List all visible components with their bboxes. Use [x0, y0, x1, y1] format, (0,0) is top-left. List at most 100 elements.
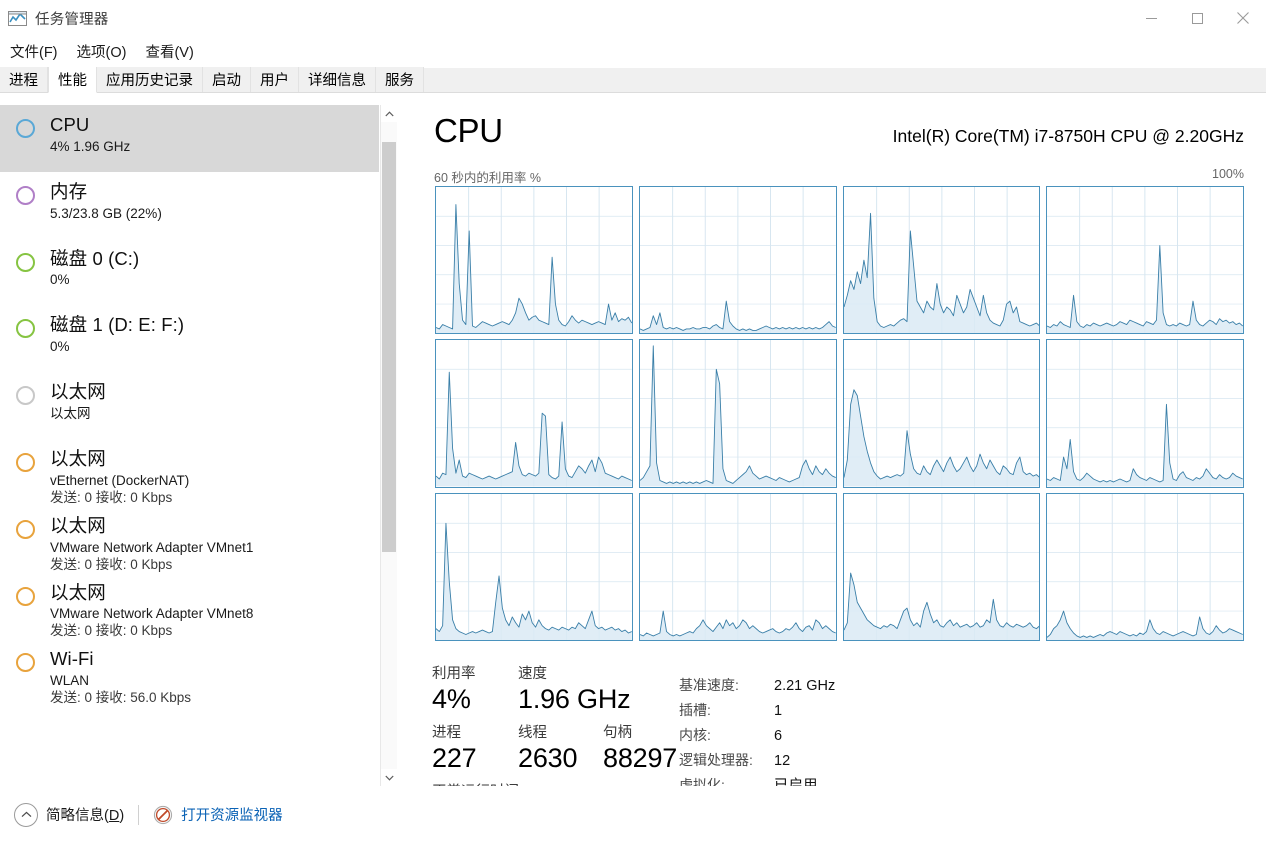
- tab-details[interactable]: 详细信息: [299, 67, 376, 92]
- sidebar-item-body: 磁盘 0 (C:) 0%: [50, 248, 139, 289]
- tab-processes[interactable]: 进程: [0, 67, 48, 92]
- task-manager-window: 任务管理器 文件(F) 选项(O) 查看(V) 进程 性能 应用历史记录 启动 …: [0, 0, 1266, 843]
- speed-label: 速度: [518, 666, 547, 682]
- resource-indicator-icon: [16, 119, 35, 138]
- page-title: CPU: [434, 112, 503, 149]
- sidebar-item-subtitle: vEthernet (DockerNAT): [50, 472, 190, 488]
- menu-options[interactable]: 选项(O): [75, 39, 135, 64]
- sidebar-item-title: 磁盘 1 (D: E: F:): [50, 314, 185, 336]
- sidebar-item-3[interactable]: 磁盘 1 (D: E: F:) 0%: [0, 305, 379, 372]
- sidebar-item-detail: 发送: 0 接收: 0 Kbps: [50, 489, 173, 505]
- tab-services[interactable]: 服务: [376, 67, 424, 92]
- sidebar-item-body: 以太网 vEthernet (DockerNAT) 发送: 0 接收: 0 Kbps: [50, 448, 189, 506]
- tab-users[interactable]: 用户: [251, 67, 299, 92]
- speed-value: 1.96 GHz: [518, 684, 631, 715]
- sidebar-item-body: 内存 5.3/23.8 GB (22%): [50, 181, 162, 222]
- status-divider: [138, 804, 140, 825]
- sidebar-item-title: 以太网: [50, 514, 106, 536]
- sidebar-item-subtitle: 0%: [50, 339, 70, 355]
- cpu-graph-0[interactable]: [435, 186, 633, 335]
- sidebar-item-7[interactable]: 以太网 VMware Network Adapter VMnet8 发送: 0 接收…: [0, 573, 379, 640]
- close-button[interactable]: [1220, 0, 1266, 36]
- tab-app-history[interactable]: 应用历史记录: [97, 67, 203, 92]
- resource-monitor-link[interactable]: 打开资源监视器: [181, 804, 283, 825]
- cpu-model-label: Intel(R) Core(TM) i7-8750H CPU @ 2.20GHz: [892, 126, 1244, 146]
- cpu-graph-3[interactable]: [1046, 186, 1244, 335]
- resource-sidebar[interactable]: CPU 4% 1.96 GHz 内存 5.3/23.8 GB (22%) 磁盘 0 (C…: [0, 105, 379, 786]
- cpu-core-graph-grid[interactable]: [435, 186, 1244, 641]
- stat-handles: 句柄 88297: [603, 724, 677, 775]
- graph-axis-labels: 60 秒内的利用率 % 100%: [434, 167, 1244, 186]
- cpu-graph-svg-6: [843, 340, 1040, 487]
- stat-threads: 线程 2630: [518, 724, 603, 775]
- sidebar-item-title: 磁盘 0 (C:): [50, 247, 140, 269]
- tab-strip: 进程 性能 应用历史记录 启动 用户 详细信息 服务: [0, 67, 1266, 93]
- cpu-graph-svg-1: [639, 187, 836, 334]
- sidebar-item-0[interactable]: CPU 4% 1.96 GHz: [0, 105, 379, 172]
- stat-utilization: 利用率 4%: [432, 665, 518, 716]
- minimize-button[interactable]: [1128, 0, 1174, 36]
- sidebar-item-title: CPU: [50, 114, 90, 135]
- cpu-graph-9[interactable]: [638, 492, 837, 641]
- resource-monitor-icon[interactable]: [153, 805, 173, 825]
- cpu-graph-svg-4: [436, 340, 632, 487]
- tab-startup[interactable]: 启动: [203, 67, 251, 92]
- cpu-graph-11[interactable]: [1046, 492, 1244, 641]
- resource-indicator-icon: [16, 252, 35, 272]
- resource-indicator-icon: [16, 586, 35, 606]
- cpu-graph-5[interactable]: [638, 339, 837, 488]
- cpu-graph-svg-2: [843, 187, 1040, 334]
- sidebar-item-body: CPU 4% 1.96 GHz: [50, 114, 130, 155]
- menu-bar: 文件(F) 选项(O) 查看(V): [0, 38, 1266, 64]
- chevron-up-icon[interactable]: [14, 802, 38, 827]
- info-label-1: 插槽:: [679, 702, 711, 718]
- info-label-3: 逻辑处理器:: [679, 752, 753, 768]
- cpu-graph-10[interactable]: [842, 492, 1041, 641]
- cpu-graph-8[interactable]: [435, 492, 633, 641]
- task-manager-icon: [8, 9, 27, 28]
- sidebar-item-8[interactable]: Wi-Fi WLAN 发送: 0 接收: 56.0 Kbps: [0, 639, 379, 706]
- maximize-button[interactable]: [1174, 0, 1220, 36]
- sidebar-item-detail: 发送: 0 接收: 56.0 Kbps: [50, 690, 192, 706]
- sidebar-item-subtitle: VMware Network Adapter VMnet1: [50, 539, 254, 555]
- cpu-graph-6[interactable]: [842, 339, 1041, 488]
- scrollbar-thumb[interactable]: [382, 142, 396, 552]
- sidebar-item-body: 以太网 VMware Network Adapter VMnet1 发送: 0 接收…: [50, 515, 253, 573]
- cpu-graph-2[interactable]: [842, 186, 1041, 335]
- sidebar-item-4[interactable]: 以太网 以太网: [0, 372, 379, 439]
- menu-file[interactable]: 文件(F): [8, 39, 66, 64]
- sidebar-scrollbar[interactable]: [380, 105, 397, 786]
- processes-label: 进程: [432, 725, 461, 742]
- tab-performance[interactable]: 性能: [48, 67, 97, 93]
- handles-label: 句柄: [603, 725, 632, 742]
- stat-processes: 进程 227: [432, 724, 518, 775]
- scroll-up-icon[interactable]: [381, 105, 397, 122]
- cpu-graph-1[interactable]: [638, 186, 837, 335]
- cpu-graph-4[interactable]: [435, 339, 633, 488]
- scroll-down-icon[interactable]: [381, 769, 397, 786]
- scrollbar-track[interactable]: [381, 122, 397, 769]
- sidebar-item-title: 以太网: [50, 447, 106, 469]
- resource-indicator-icon: [16, 452, 35, 472]
- fewer-details-label: 简略信息(D): [46, 808, 125, 824]
- sidebar-item-5[interactable]: 以太网 vEthernet (DockerNAT) 发送: 0 接收: 0 Kbps: [0, 439, 379, 506]
- fewer-details-button[interactable]: 简略信息(D): [46, 804, 124, 825]
- resource-indicator-icon: [16, 185, 35, 205]
- sidebar-item-1[interactable]: 内存 5.3/23.8 GB (22%): [0, 172, 379, 239]
- cpu-graph-svg-7: [1047, 340, 1243, 487]
- window-controls: [1128, 0, 1266, 36]
- stat-row-1: 利用率 4% 速度 1.96 GHz: [432, 665, 682, 716]
- sidebar-item-subtitle: VMware Network Adapter VMnet8: [50, 606, 254, 622]
- menu-view[interactable]: 查看(V): [143, 39, 201, 64]
- cpu-graph-7[interactable]: [1046, 339, 1244, 488]
- info-value-2: 6: [774, 728, 783, 744]
- sidebar-item-subtitle: WLAN: [50, 673, 90, 689]
- sidebar-item-body: 以太网 VMware Network Adapter VMnet8 发送: 0 接收…: [50, 582, 253, 640]
- sidebar-item-body: Wi-Fi WLAN 发送: 0 接收: 56.0 Kbps: [50, 648, 191, 706]
- sidebar-item-2[interactable]: 磁盘 0 (C:) 0%: [0, 239, 379, 306]
- cpu-graph-svg-10: [843, 493, 1040, 640]
- resource-indicator-icon: [16, 319, 35, 339]
- sidebar-item-detail: 发送: 0 接收: 0 Kbps: [50, 623, 173, 639]
- sidebar-item-6[interactable]: 以太网 VMware Network Adapter VMnet1 发送: 0 接收…: [0, 506, 379, 573]
- utilization-value: 4%: [432, 684, 471, 715]
